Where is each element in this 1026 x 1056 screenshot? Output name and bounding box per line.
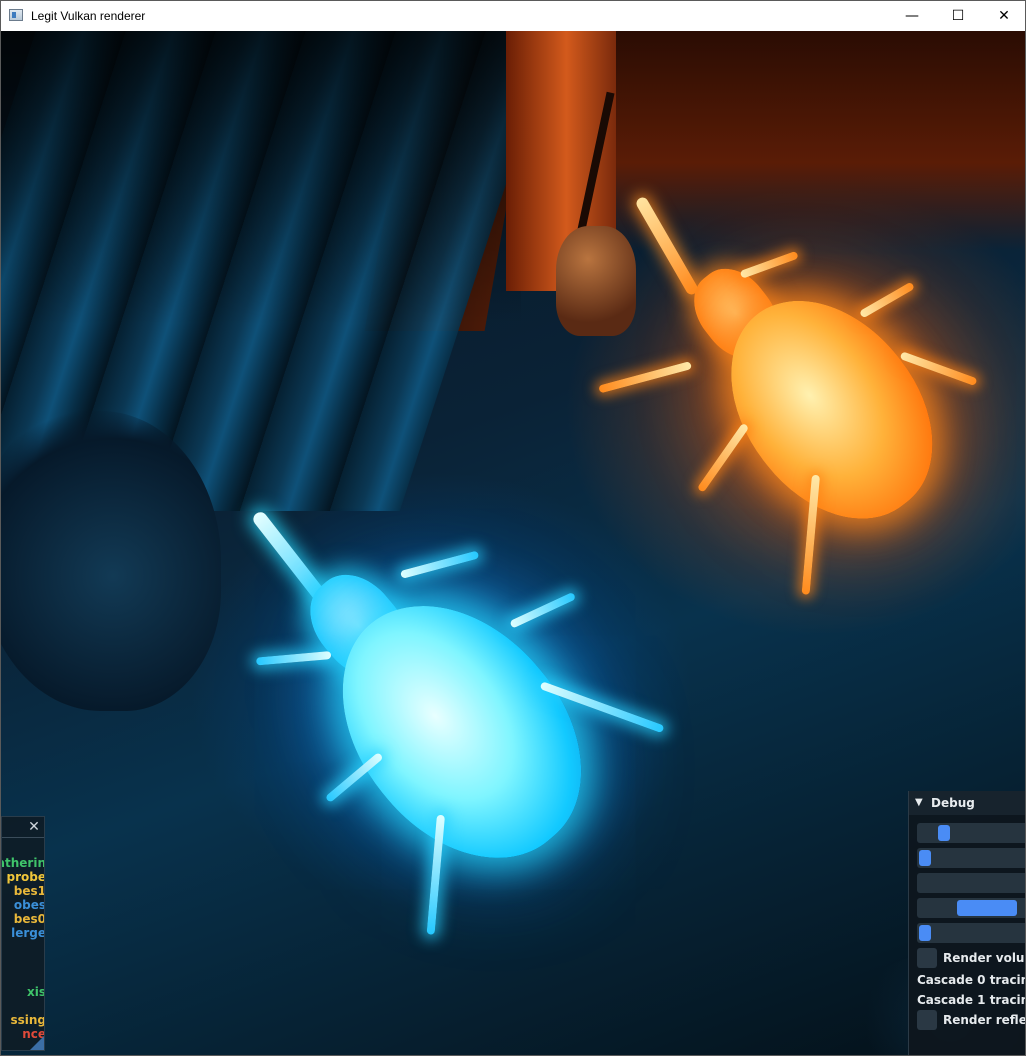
render-volume-toggle[interactable]: Render volume [917,948,1025,970]
close-button[interactable]: ✕ [981,1,1025,31]
profiler-line-text: lerge [11,926,45,940]
curtain-shade [1,31,521,451]
orange-beetle-leg [859,281,915,319]
slider-grab[interactable] [957,900,1017,916]
slider-grab[interactable] [919,925,931,941]
divider [2,837,44,838]
debug-title: Debug [931,796,975,810]
slider-grab[interactable] [937,825,950,841]
profiler-panel[interactable]: ✕ athering probebes1obesbes0lerge xis ssin… [1,816,45,1051]
window-title: Legit Vulkan renderer [31,9,146,23]
checkbox[interactable] [917,1010,937,1030]
profiler-line-text: bes0 [13,912,45,926]
checkbox[interactable] [917,948,937,968]
render-viewport[interactable]: ✕ athering probebes1obesbes0lerge xis ssin… [1,31,1025,1055]
debug-slider[interactable] [917,873,1025,893]
title-bar[interactable]: Legit Vulkan renderer — ☐ ✕ [1,1,1025,31]
profiler-line-text: bes1 [13,884,45,898]
orange-beetle-leg [739,250,799,279]
orange-beetle-leg [598,361,693,394]
maximize-button[interactable]: ☐ [935,1,981,31]
blue-beetle-leg [399,550,480,579]
cascade1-text: Cascade 1 tracing c [917,993,1025,1007]
slider-grab[interactable] [919,850,931,866]
blue-beetle-leg [509,591,577,629]
debug-slider[interactable] [917,823,1025,843]
vase [556,226,636,336]
cascade0-text: Cascade 0 tracing c [917,973,1025,987]
close-icon[interactable]: ✕ [26,819,42,835]
profiler-line-text: obes [13,898,45,912]
debug-panel[interactable]: ▼ Debug Render volume Cascade 0 tracing … [908,791,1025,1055]
debug-slider[interactable] [917,898,1025,918]
profiler-line-text: xis [27,985,45,999]
profiler-line-text: ssing [10,1013,45,1027]
render-volume-label: Render volume [943,951,1025,965]
collapse-arrow-icon[interactable]: ▼ [915,797,923,808]
minimize-button[interactable]: — [889,1,935,31]
app-window: Legit Vulkan renderer — ☐ ✕ ✕ therin pro… [0,0,1026,1056]
render-reflect-toggle[interactable]: Render reflect [917,1010,1025,1032]
render-reflect-label: Render reflect [943,1013,1025,1027]
profiler-line-text: atherin [2,856,45,870]
profiler-line-text: g probe [2,870,45,884]
debug-slider[interactable] [917,923,1025,943]
blue-beetle-leg [255,651,332,666]
orange-beetle-leg [696,422,750,493]
app-icon [9,9,23,21]
debug-slider[interactable] [917,848,1025,868]
debug-header[interactable]: ▼ Debug [909,791,1025,815]
orange-wall [611,31,1025,251]
resize-handle[interactable] [30,1036,44,1050]
